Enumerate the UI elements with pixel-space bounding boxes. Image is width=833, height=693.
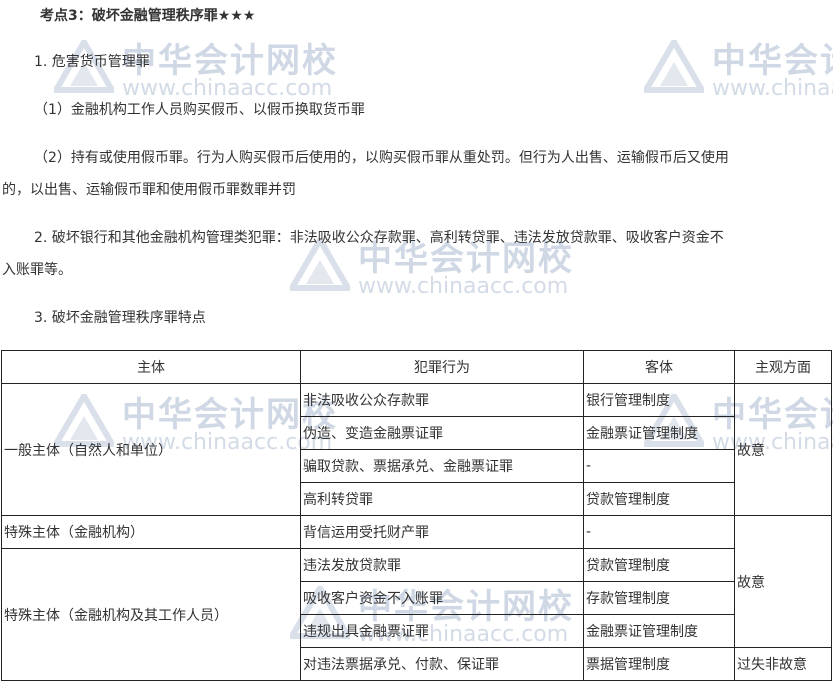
act-cell: 高利转贷罪 (300, 482, 584, 516)
object-cell: 金融票证管理制度 (583, 416, 735, 450)
paragraph-currency-crime: 1. 危害货币管理罪 (34, 54, 150, 70)
object-cell: - (583, 449, 735, 483)
act-cell: 非法吸收公众存款罪 (300, 383, 584, 417)
header-subjective-aspect: 主观方面 (734, 350, 832, 384)
table-row: 一般主体（自然人和单位） 非法吸收公众存款罪 银行管理制度 故意 (1, 383, 832, 516)
paragraph-bank-crimes-line2: 入账罪等。 (2, 262, 72, 278)
paragraph-bank-crimes-line1: 2. 破坏银行和其他金融机构管理类犯罪：非法吸收公众存款罪、高利转贷罪、违法发放… (34, 230, 724, 246)
paragraph-item-2-line1: （2）持有或使用假币罪。行为人购买假币后使用的，以购买假币罪从重处罚。但行为人出… (34, 150, 729, 166)
subject-special-staff: 特殊主体（金融机构及其工作人员） (1, 548, 301, 681)
crime-features-table: 主体 犯罪行为 客体 主观方面 一般主体（自然人和单位） 非法吸收公众存款罪 银… (1, 350, 832, 681)
object-cell: 存款管理制度 (583, 581, 735, 615)
object-cell: 银行管理制度 (583, 383, 735, 417)
act-cell: 违法发放贷款罪 (300, 548, 584, 582)
section-heading: 考点3：破坏金融管理秩序罪★★★ (40, 8, 256, 24)
paragraph-item-2-line2: 的，以出售、运输假币罪和使用假币罪数罪并罚 (2, 182, 296, 198)
header-subject: 主体 (1, 350, 301, 384)
object-cell: 贷款管理制度 (583, 482, 735, 516)
act-cell: 违规出具金融票证罪 (300, 614, 584, 648)
header-criminal-act: 犯罪行为 (300, 350, 584, 384)
act-cell: 伪造、变造金融票证罪 (300, 416, 584, 450)
table-row: 特殊主体（金融机构及其工作人员） 违法发放贷款罪 贷款管理制度 (1, 548, 832, 681)
object-cell: 票据管理制度 (583, 647, 735, 681)
paragraph-features: 3. 破坏金融管理秩序罪特点 (34, 310, 206, 326)
act-cell: 骗取贷款、票据承兑、金融票证罪 (300, 449, 584, 483)
object-cell: 贷款管理制度 (583, 548, 735, 582)
intent-cell: 故意 (734, 515, 832, 648)
act-cell: 背信运用受托财产罪 (300, 515, 584, 549)
act-cell: 吸收客户资金不入账罪 (300, 581, 584, 615)
object-cell: 金融票证管理制度 (583, 614, 735, 648)
table-row: 特殊主体（金融机构） 背信运用受托财产罪 - 故意 (1, 515, 832, 648)
document-body: 考点3：破坏金融管理秩序罪★★★ 1. 危害货币管理罪 （1）金融机构工作人员购… (0, 0, 833, 693)
object-cell: - (583, 515, 735, 549)
subject-special-institution: 特殊主体（金融机构） (1, 515, 301, 549)
intent-cell: 故意 (734, 383, 832, 516)
paragraph-item-1: （1）金融机构工作人员购买假币、以假币换取货币罪 (34, 102, 365, 118)
negligence-cell: 过失非故意 (734, 647, 832, 681)
act-cell: 对违法票据承兑、付款、保证罪 (300, 647, 584, 681)
header-object: 客体 (583, 350, 735, 384)
subject-general: 一般主体（自然人和单位） (1, 383, 301, 516)
table-header-row: 主体 犯罪行为 客体 主观方面 (1, 350, 832, 384)
